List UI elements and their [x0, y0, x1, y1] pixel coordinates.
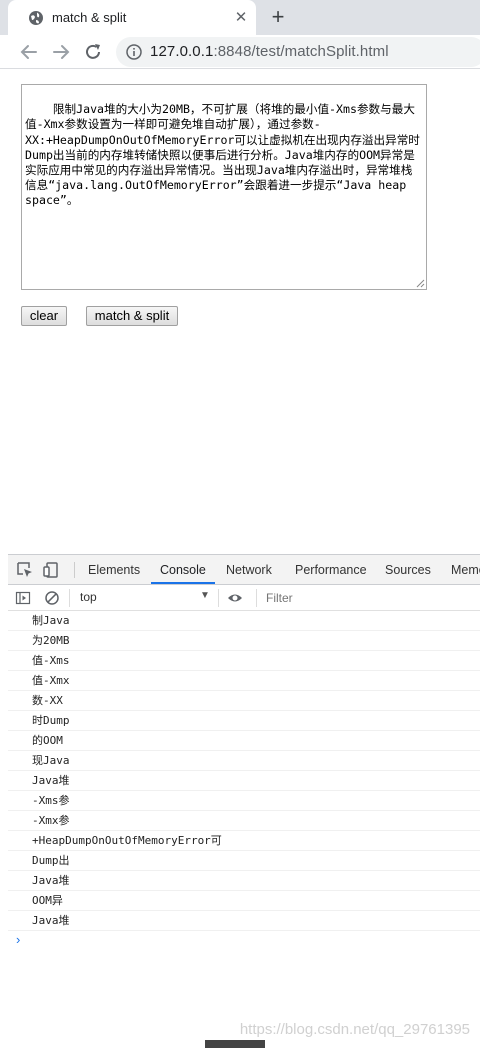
- tab-title: match & split: [52, 10, 127, 25]
- device-toolbar-icon[interactable]: [42, 561, 60, 579]
- filter-divider: [69, 589, 70, 607]
- console-log-row: -Xmx参: [8, 811, 480, 831]
- url-path: :8848/test/matchSplit.html: [213, 43, 389, 60]
- console-log-row: 制Java: [8, 611, 480, 631]
- active-tab-indicator: [151, 582, 215, 584]
- browser-tab[interactable]: match & split ✕: [8, 0, 256, 35]
- toolbar-divider: [74, 562, 75, 578]
- reload-icon[interactable]: [82, 41, 104, 63]
- url-host: 127.0.0.1: [150, 43, 214, 60]
- clear-console-icon[interactable]: [44, 590, 60, 606]
- sidebar-toggle-icon[interactable]: [15, 590, 31, 606]
- match-split-button[interactable]: match & split: [86, 306, 178, 326]
- watermark: https://blog.csdn.net/qq_29761395: [239, 1021, 470, 1038]
- url-text: 127.0.0.1:8848/test/matchSplit.html: [150, 43, 389, 60]
- console-log-row: 为20MB: [8, 631, 480, 651]
- console-log-row: OOM异: [8, 891, 480, 911]
- tab-performance[interactable]: Performance: [295, 563, 367, 577]
- console-log-row: 值-Xmx: [8, 671, 480, 691]
- filter-divider: [256, 589, 257, 607]
- console-log-row: +HeapDumpOnOutOfMemoryError可: [8, 831, 480, 851]
- tab-network[interactable]: Network: [226, 563, 272, 577]
- filter-input[interactable]: [262, 587, 472, 608]
- browser-toolbar: 127.0.0.1:8848/test/matchSplit.html: [0, 35, 480, 69]
- console-log-row: 现Java: [8, 751, 480, 771]
- info-icon[interactable]: [126, 44, 142, 60]
- tab-elements[interactable]: Elements: [88, 563, 140, 577]
- devtools-tabbar: Elements Console Network Performance Sou…: [8, 555, 480, 585]
- console-log-row: 的OOM: [8, 731, 480, 751]
- tab-console[interactable]: Console: [160, 563, 206, 577]
- globe-icon: [29, 11, 43, 25]
- console-log-row: Java堆: [8, 871, 480, 891]
- tab-sources[interactable]: Sources: [385, 563, 431, 577]
- bottom-edge: [205, 1040, 265, 1048]
- eye-icon[interactable]: [227, 590, 243, 606]
- console-log-row: 值-Xms: [8, 651, 480, 671]
- console-log-row: 数-XX: [8, 691, 480, 711]
- input-textarea[interactable]: 限制Java堆的大小为20MB，不可扩展（将堆的最小值-Xms参数与最大值-Xm…: [21, 84, 427, 290]
- back-arrow-icon[interactable]: [18, 41, 40, 63]
- console-log-row: -Xms参: [8, 791, 480, 811]
- console-log-row: Java堆: [8, 771, 480, 791]
- new-tab-button[interactable]: +: [266, 6, 290, 30]
- tab-memory[interactable]: Memo: [451, 563, 480, 577]
- console-filter-bar: top ▼: [8, 585, 480, 611]
- context-selector[interactable]: top: [80, 590, 97, 604]
- chevron-down-icon[interactable]: ▼: [200, 590, 210, 601]
- console-prompt[interactable]: ›: [8, 931, 480, 951]
- console-log-row: Java堆: [8, 911, 480, 931]
- page-content: 限制Java堆的大小为20MB，不可扩展（将堆的最小值-Xms参数与最大值-Xm…: [8, 70, 480, 554]
- console-log-row: 时Dump: [8, 711, 480, 731]
- console-log-row: Dump出: [8, 851, 480, 871]
- textarea-text: 限制Java堆的大小为20MB，不可扩展（将堆的最小值-Xms参数与最大值-Xm…: [25, 102, 420, 208]
- console-log: 制Java 为20MB 值-Xms 值-Xmx 数-XX 时Dump 的OOM 现Java Ja…: [8, 611, 480, 951]
- tab-strip: match & split ✕ +: [0, 0, 480, 35]
- close-icon[interactable]: ✕: [232, 9, 250, 27]
- devtools-panel: Elements Console Network Performance Sou…: [8, 554, 480, 1048]
- forward-arrow-icon[interactable]: [50, 41, 72, 63]
- inspect-element-icon[interactable]: [16, 561, 34, 579]
- resize-grip-icon[interactable]: [416, 279, 425, 288]
- filter-divider: [218, 589, 219, 607]
- clear-button[interactable]: clear: [21, 306, 67, 326]
- address-bar[interactable]: 127.0.0.1:8848/test/matchSplit.html: [116, 37, 480, 67]
